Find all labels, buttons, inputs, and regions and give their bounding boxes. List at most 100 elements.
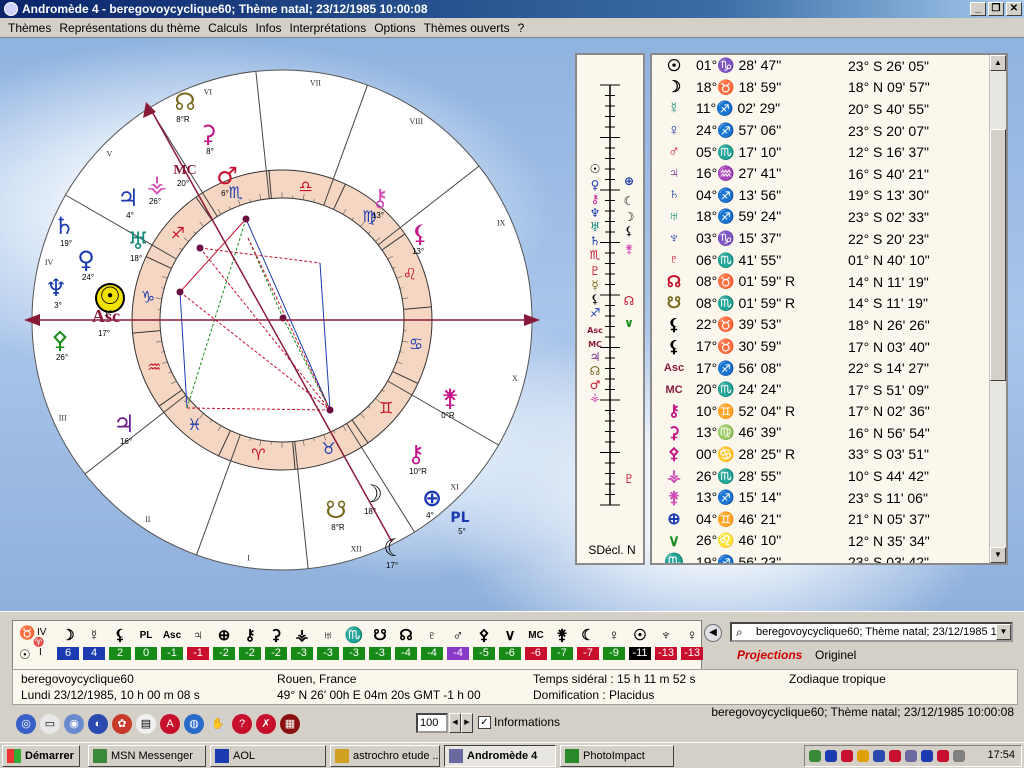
position-row[interactable]: ⚵ 13°♐ 15' 14" 23° S 11' 06" [652, 487, 990, 509]
target-icon[interactable]: ◎ [16, 714, 36, 734]
planet-glyph-icon[interactable]: ♅ [127, 227, 149, 255]
position-row[interactable]: ♏ 19°♐ 56' 23" 23° S 03' 42" [652, 552, 990, 563]
tray-icon[interactable] [937, 750, 949, 762]
position-row[interactable]: ⚷ 10°♊ 52' 04" R 17° N 02' 36" [652, 401, 990, 423]
taskbar-button[interactable]: PhotoImpact [560, 745, 674, 767]
position-row[interactable]: ♃ 16°♒ 27' 41" 16° S 40' 21" [652, 163, 990, 185]
position-row[interactable]: MC 20°♏ 24' 24" 17° S 51' 09" [652, 379, 990, 401]
position-row[interactable]: ⚶ 26°♏ 28' 55" 10° S 44' 42" [652, 465, 990, 487]
informations-checkbox[interactable]: ✓ [478, 716, 491, 729]
close-icon[interactable]: ✗ [256, 714, 276, 734]
projections-link[interactable]: Projections [737, 648, 802, 662]
dominance-item[interactable]: ⚷ -2 [239, 625, 261, 660]
planet-glyph-icon[interactable]: ♃ [117, 184, 139, 212]
tray-icon[interactable] [905, 750, 917, 762]
planet-glyph-icon[interactable]: ☋ [325, 496, 346, 524]
originel-link[interactable]: Originel [815, 648, 856, 662]
position-row[interactable]: ☿ 11°♐ 02' 29" 20° S 40' 55" [652, 98, 990, 120]
tray-icon[interactable] [873, 750, 885, 762]
dominance-item[interactable]: ♃ -1 [187, 625, 209, 660]
planet-glyph-icon[interactable]: ⚶ [147, 170, 167, 198]
hand-icon[interactable]: ✋ [208, 714, 228, 734]
zoom-decrease-button[interactable]: ◀ [449, 713, 461, 733]
dominance-item[interactable]: ☾ -7 [577, 625, 599, 660]
keyboard-icon[interactable]: ▭ [40, 714, 60, 734]
taskbar-button[interactable]: Andromède 4 [444, 745, 556, 767]
page-icon[interactable]: ▤ [136, 714, 156, 734]
position-row[interactable]: ⊕ 04°♊ 46' 21" 21° N 05' 37" [652, 508, 990, 530]
dominance-item[interactable]: ♀ -9 [603, 625, 625, 660]
earth-icon[interactable]: ◍ [184, 714, 204, 734]
dominance-item[interactable]: MC -6 [525, 625, 547, 660]
dominance-item[interactable]: ♆ -13 [655, 625, 677, 660]
dominance-item[interactable]: ♏ -3 [343, 625, 365, 660]
menu-item-3[interactable]: Infos [251, 21, 285, 35]
navigate-back-button[interactable]: ◀ [704, 624, 722, 642]
menu-item-7[interactable]: ? [514, 21, 529, 35]
taskbar-button[interactable]: AOL [210, 745, 326, 767]
start-button[interactable]: Démarrer [2, 745, 80, 767]
planet-glyph-icon[interactable]: ♀ [77, 246, 95, 274]
chevron-down-icon[interactable]: ▼ [996, 624, 1011, 640]
dominance-item[interactable]: ∨ -6 [499, 625, 521, 660]
planet-glyph-icon[interactable]: ⚴ [51, 326, 69, 354]
dominance-item[interactable]: ⊕ -2 [213, 625, 235, 660]
dominance-item[interactable]: ☊ -4 [395, 625, 417, 660]
position-row[interactable]: ⚳ 13°♍ 46' 39" 16° N 56' 54" [652, 422, 990, 444]
dominance-item[interactable]: ⚵ -7 [551, 625, 573, 660]
zoom-increase-button[interactable]: ▶ [461, 713, 473, 733]
position-row[interactable]: ☊ 08°♉ 01' 59" R 14° N 11' 19" [652, 271, 990, 293]
position-row[interactable]: ♄ 04°♐ 13' 56" 19° S 13' 30" [652, 185, 990, 207]
taskbar-button[interactable]: astrochro etude ... [330, 745, 440, 767]
dominance-item[interactable]: ☽ 6 [57, 625, 79, 660]
dominance-item[interactable]: Asc -1 [161, 625, 183, 660]
dominance-item[interactable]: ☋ -3 [369, 625, 391, 660]
position-row[interactable]: ☽ 18°♉ 18' 59" 18° N 09' 57" [652, 77, 990, 99]
globe-icon[interactable]: ◉ [64, 714, 84, 734]
planet-glyph-icon[interactable]: ⊕ [422, 484, 442, 512]
scroll-down-button[interactable]: ▼ [990, 547, 1006, 563]
position-row[interactable]: ☋ 08°♏ 01' 59" R 14° S 11' 19" [652, 293, 990, 315]
dominance-item[interactable]: ⚴ -5 [473, 625, 495, 660]
zoom-input[interactable]: 100 [416, 713, 448, 733]
position-row[interactable]: ☉ 01°♑ 28' 47" 23° S 26' 05" [652, 55, 990, 77]
dominance-item[interactable]: ♇ -4 [421, 625, 443, 660]
planet-glyph-icon[interactable]: ♆ [45, 274, 67, 302]
position-row[interactable]: ⚸ 17°♉ 30' 59" 17° N 03' 40" [652, 336, 990, 358]
position-row[interactable]: ∨ 26°♌ 46' 10" 12° N 35' 34" [652, 530, 990, 552]
position-row[interactable]: ♀ 24°♐ 57' 06" 23° S 20' 07" [652, 120, 990, 142]
planet-glyph-icon[interactable]: ♂ [216, 162, 238, 190]
dominance-item[interactable]: PL 0 [135, 625, 157, 660]
menu-item-2[interactable]: Calculs [204, 21, 251, 35]
dominance-item[interactable]: ♅ -3 [317, 625, 339, 660]
menu-item-0[interactable]: Thèmes [4, 21, 55, 35]
position-row[interactable]: ⚴ 00°♋ 28' 25" R 33° S 03' 51" [652, 444, 990, 466]
dominance-item[interactable]: ⚸ 2 [109, 625, 131, 660]
position-row[interactable]: ♆ 03°♑ 15' 37" 22° S 20' 23" [652, 228, 990, 250]
scroll-thumb[interactable] [990, 129, 1006, 381]
planet-glyph-icon[interactable]: ♄ [53, 212, 75, 240]
help-icon[interactable]: ? [232, 714, 252, 734]
aspect-a-icon[interactable]: A [160, 714, 180, 734]
dominance-item[interactable]: ☉ -11 [629, 625, 651, 660]
planet-glyph-icon[interactable]: ☊ [174, 88, 195, 116]
planet-glyph-icon[interactable]: ☉ [99, 282, 121, 310]
menu-item-1[interactable]: Représentations du thème [55, 21, 204, 35]
tray-icon[interactable] [825, 750, 837, 762]
menu-item-6[interactable]: Thèmes ouverts [420, 21, 514, 35]
zoom-spinner[interactable]: ◀ ▶ [449, 713, 473, 733]
close-button[interactable]: ✕ [1006, 2, 1022, 16]
position-row[interactable]: ♇ 06°♏ 41' 55" 01° N 40' 10" [652, 249, 990, 271]
planet-glyph-icon[interactable]: ⚵ [441, 384, 459, 412]
theme-selector[interactable]: ⌕ beregovoycyclique60; Thème natal; 23/1… [730, 622, 1013, 642]
table-icon[interactable]: ▦ [280, 714, 300, 734]
position-row[interactable]: ⚸ 22°♉ 39' 53" 18° N 26' 26" [652, 314, 990, 336]
positions-scrollbar[interactable]: ▲ ▼ [989, 55, 1006, 563]
dominance-item[interactable]: ☿ 4 [83, 625, 105, 660]
planet-glyph-icon[interactable]: ⚷ [407, 440, 425, 468]
position-row[interactable]: ♅ 18°♐ 59' 24" 23° S 02' 33" [652, 206, 990, 228]
flower-icon[interactable]: ✿ [112, 714, 132, 734]
position-row[interactable]: ♂ 05°♏ 17' 10" 12° S 16' 37" [652, 141, 990, 163]
menu-item-5[interactable]: Options [370, 21, 419, 35]
planet-glyph-icon[interactable]: ♃ [113, 410, 135, 438]
